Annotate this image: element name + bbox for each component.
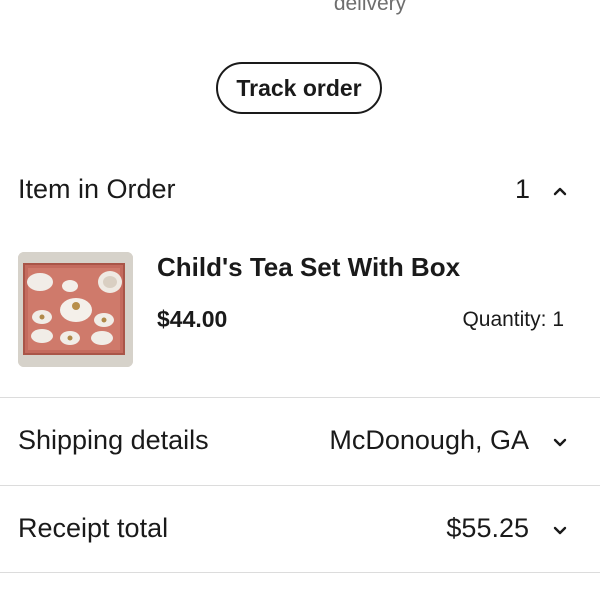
item-thumbnail[interactable] [18, 252, 133, 367]
track-order-button[interactable]: Track order [216, 62, 382, 114]
chevron-up-icon[interactable] [551, 182, 569, 200]
shipping-location: McDonough, GA [329, 425, 529, 455]
chevron-down-icon[interactable] [551, 434, 569, 452]
items-count: 1 [515, 174, 531, 204]
receipt-total-title: Receipt total [18, 513, 169, 543]
shipping-details-title: Shipping details [18, 425, 209, 455]
item-price: $44.00 [157, 306, 228, 332]
items-section-title: Item in Order [18, 174, 176, 204]
delivery-status-text: delivery [333, 0, 407, 15]
receipt-total-value: $55.25 [446, 513, 529, 543]
divider [0, 397, 600, 398]
item-title[interactable]: Child's Tea Set With Box [157, 252, 460, 283]
tea-set-image [18, 252, 133, 367]
item-quantity: Quantity: 1 [462, 308, 564, 331]
chevron-down-icon[interactable] [551, 522, 569, 540]
divider [0, 485, 600, 486]
divider [0, 572, 600, 573]
